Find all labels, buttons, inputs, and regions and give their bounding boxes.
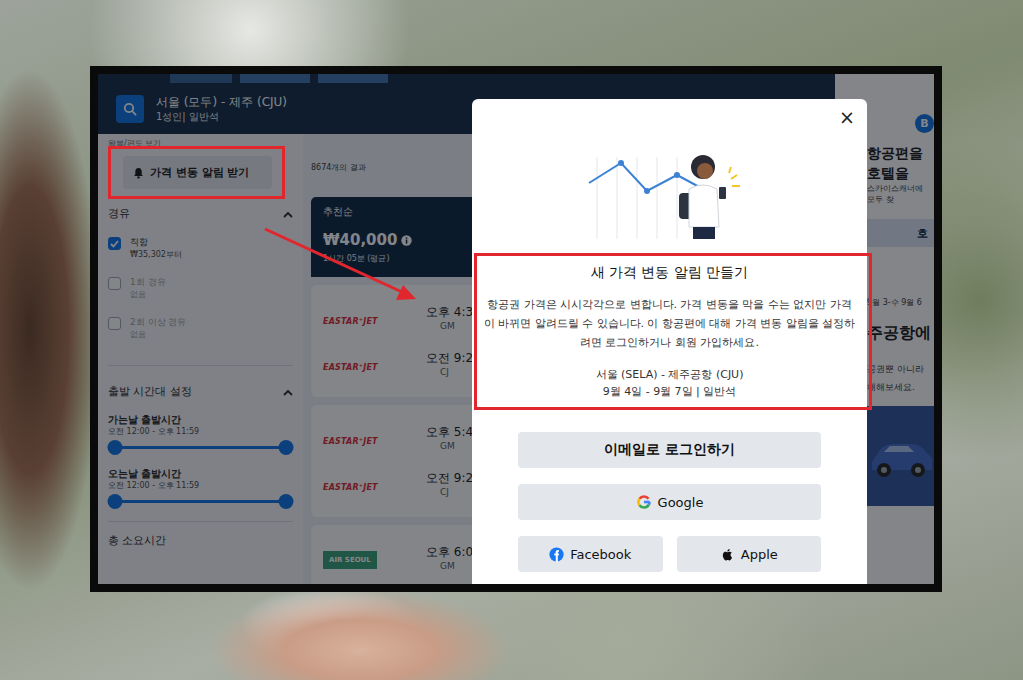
modal-message: 새 가격 변동 알림 만들기항공권 가격은 시시각각으로 변합니다. 가격 변동… bbox=[472, 253, 867, 410]
social-row: Facebook Apple bbox=[518, 536, 821, 572]
modal-route: 서울 (SELA) - 제주공항 (CJU) bbox=[482, 366, 857, 383]
apple-login-button[interactable]: Apple bbox=[677, 536, 822, 572]
button-label: Facebook bbox=[570, 547, 631, 562]
screenshot-frame: 서울 (모두) - 제주 (CJU)1성인| 일반석왕복/편도 보기가격 변동 … bbox=[90, 66, 942, 592]
google-login-button[interactable]: Google bbox=[518, 484, 821, 520]
modal-trip: 9월 4일 - 9월 7일 | 일반석 bbox=[482, 383, 857, 400]
button-label: 이메일로 로그인하기 bbox=[604, 441, 735, 459]
modal-title: 새 가격 변동 알림 만들기 bbox=[482, 263, 857, 281]
button-label: Apple bbox=[741, 547, 778, 562]
google-icon bbox=[636, 494, 652, 510]
screenshot: 서울 (모두) - 제주 (CJU)1성인| 일반석왕복/편도 보기가격 변동 … bbox=[98, 74, 934, 584]
facebook-icon bbox=[549, 547, 564, 562]
modal-body: 항공권 가격은 시시각각으로 변합니다. 가격 변동을 막을 수는 없지만 가격… bbox=[482, 295, 857, 352]
close-button[interactable]: × bbox=[839, 105, 855, 129]
login-options: 이메일로 로그인하기 Google Facebook Apple bbox=[472, 432, 867, 572]
price-chart-illustration bbox=[585, 149, 755, 241]
price-alert-modal: × 새 가격 변동 알림 만들기항공권 가격은 시시각각으로 변합니다. 가격 변… bbox=[472, 99, 867, 592]
email-login-button[interactable]: 이메일로 로그인하기 bbox=[518, 432, 821, 468]
highlight-box bbox=[474, 253, 872, 410]
apple-icon bbox=[720, 547, 735, 562]
button-label: Google bbox=[658, 495, 704, 510]
facebook-login-button[interactable]: Facebook bbox=[518, 536, 663, 572]
